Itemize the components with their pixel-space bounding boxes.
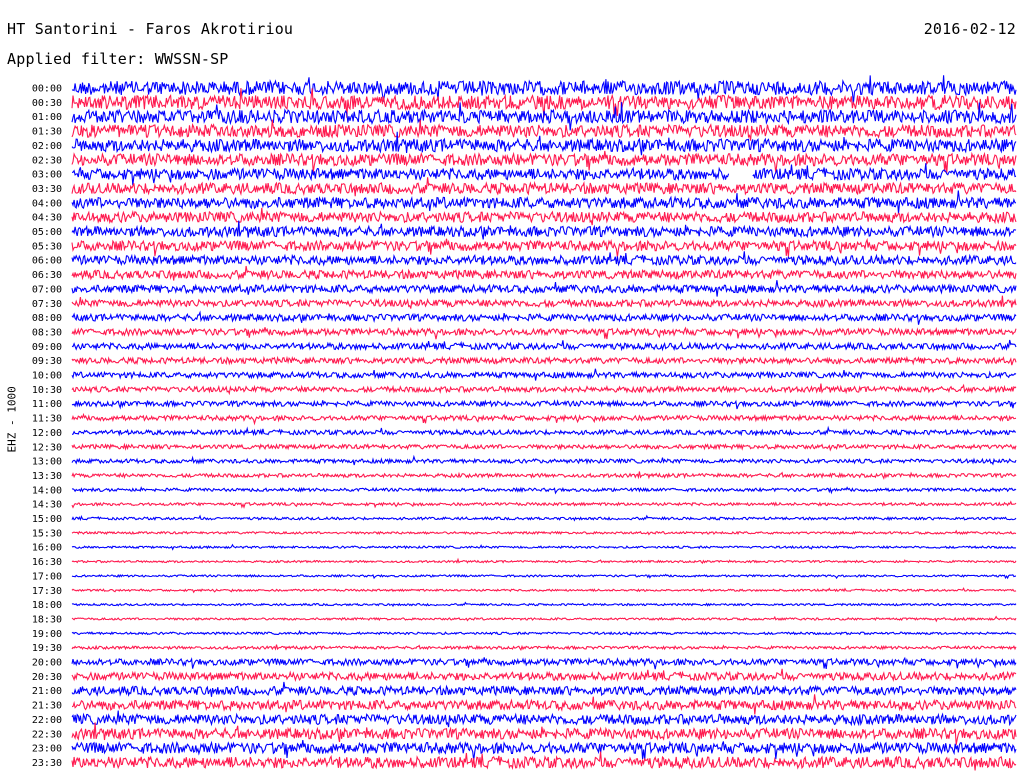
seismic-trace-0130 (71, 119, 1017, 141)
seismic-trace-0230 (71, 150, 1017, 174)
row-time-label: 20:00 (32, 658, 62, 669)
row-time-label: 00:30 (32, 98, 62, 109)
row-time-label: 08:00 (32, 313, 62, 324)
seismic-trace-0500 (71, 220, 1017, 240)
row-time-label: 10:30 (32, 385, 62, 396)
row-time-label: 03:00 (32, 170, 62, 181)
row-time-label: 21:30 (32, 701, 62, 712)
row-time-label: 01:00 (32, 112, 62, 123)
seismic-trace-1300 (71, 454, 1017, 466)
seismic-trace-0700 (71, 280, 1017, 297)
row-time-label: 14:00 (32, 485, 62, 496)
row-time-label: 22:30 (32, 729, 62, 740)
row-time-label: 02:30 (32, 155, 62, 166)
row-time-label: 04:30 (32, 213, 62, 224)
seismic-trace-0900 (71, 339, 1017, 352)
row-time-label: 19:00 (32, 629, 62, 640)
seismic-trace-1630 (71, 557, 1017, 565)
seismic-trace-1200 (71, 425, 1017, 437)
seismic-trace-2330 (71, 751, 1017, 771)
seismic-trace-0800 (71, 310, 1017, 325)
row-time-label: 12:30 (32, 442, 62, 453)
seismic-trace-2130 (71, 694, 1017, 715)
seismic-trace-1800 (71, 601, 1017, 608)
row-time-label: 14:30 (32, 500, 62, 511)
row-time-label: 11:30 (32, 414, 62, 425)
seismic-trace-1400 (71, 486, 1017, 495)
helicorder-plot: 00:00 00:30 01:00 01:30 02:00 02:30 03:00 03:30… (32, 75, 1017, 771)
seismic-trace-0400 (71, 190, 1017, 214)
seismic-trace-1500 (71, 514, 1017, 522)
row-time-label: 05:30 (32, 241, 62, 252)
row-time-label: 07:30 (32, 299, 62, 310)
seismic-trace-0730 (71, 295, 1017, 309)
row-time-label: 23:30 (32, 758, 62, 769)
row-time-label: 22:00 (32, 715, 62, 726)
seismic-trace-1830 (71, 615, 1017, 623)
seismic-trace-2000 (71, 656, 1017, 670)
seismic-trace-1330 (71, 471, 1017, 480)
seismic-trace-1730 (71, 587, 1017, 594)
row-time-label: 08:30 (32, 327, 62, 338)
seismic-trace-0430 (71, 207, 1017, 226)
seismic-trace-1130 (71, 412, 1017, 426)
row-time-label: 09:30 (32, 356, 62, 367)
row-time-label: 01:30 (32, 127, 62, 138)
row-time-label: 17:30 (32, 586, 62, 597)
row-time-label: 21:00 (32, 686, 62, 697)
row-time-label: 05:00 (32, 227, 62, 238)
seismic-trace-2100 (71, 681, 1017, 697)
row-time-label: 15:30 (32, 528, 62, 539)
seismic-trace-1430 (71, 500, 1017, 509)
row-time-label: 11:00 (32, 399, 62, 410)
row-time-label: 07:00 (32, 284, 62, 295)
row-time-label: 20:30 (32, 672, 62, 683)
row-time-label: 16:30 (32, 557, 62, 568)
row-time-label: 19:30 (32, 643, 62, 654)
seismic-trace-2300 (71, 740, 1017, 761)
seismic-trace-2230 (71, 722, 1017, 745)
row-time-label: 17:00 (32, 571, 62, 582)
seismic-trace-1930 (71, 644, 1017, 652)
seismic-trace-0530 (71, 237, 1017, 258)
row-time-label: 12:00 (32, 428, 62, 439)
row-time-label: 00:00 (32, 84, 62, 95)
row-time-label: 09:00 (32, 342, 62, 353)
row-time-label: 18:00 (32, 600, 62, 611)
seismic-trace-1030 (71, 383, 1017, 396)
row-time-label: 06:30 (32, 270, 62, 281)
seismic-trace-1900 (71, 629, 1017, 636)
seismic-trace-0830 (71, 326, 1017, 340)
row-time-label: 10:00 (32, 371, 62, 382)
seismic-trace-0630 (71, 265, 1017, 281)
seismic-trace-0930 (71, 355, 1017, 366)
row-time-label: 16:00 (32, 543, 62, 554)
seismic-trace-0300 (72, 163, 1017, 186)
row-time-label: 13:00 (32, 457, 62, 468)
row-time-label: 18:30 (32, 614, 62, 625)
seismic-trace-1230 (71, 442, 1017, 452)
row-time-label: 06:00 (32, 256, 62, 267)
seismic-trace-2030 (71, 668, 1017, 683)
seismic-trace-1000 (71, 368, 1017, 381)
seismic-trace-1530 (71, 529, 1017, 536)
row-time-label: 03:30 (32, 184, 62, 195)
seismic-trace-2200 (71, 710, 1017, 728)
seismic-trace-1600 (71, 543, 1017, 551)
seismic-trace-0600 (71, 251, 1017, 267)
seismic-trace-0330 (71, 177, 1017, 197)
row-time-label: 13:30 (32, 471, 62, 482)
seismic-trace-1700 (71, 573, 1017, 580)
row-time-label: 15:00 (32, 514, 62, 525)
seismic-trace-1100 (71, 399, 1017, 410)
row-time-label: 23:00 (32, 744, 62, 755)
row-time-label: 04:00 (32, 198, 62, 209)
row-time-label: 02:00 (32, 141, 62, 152)
